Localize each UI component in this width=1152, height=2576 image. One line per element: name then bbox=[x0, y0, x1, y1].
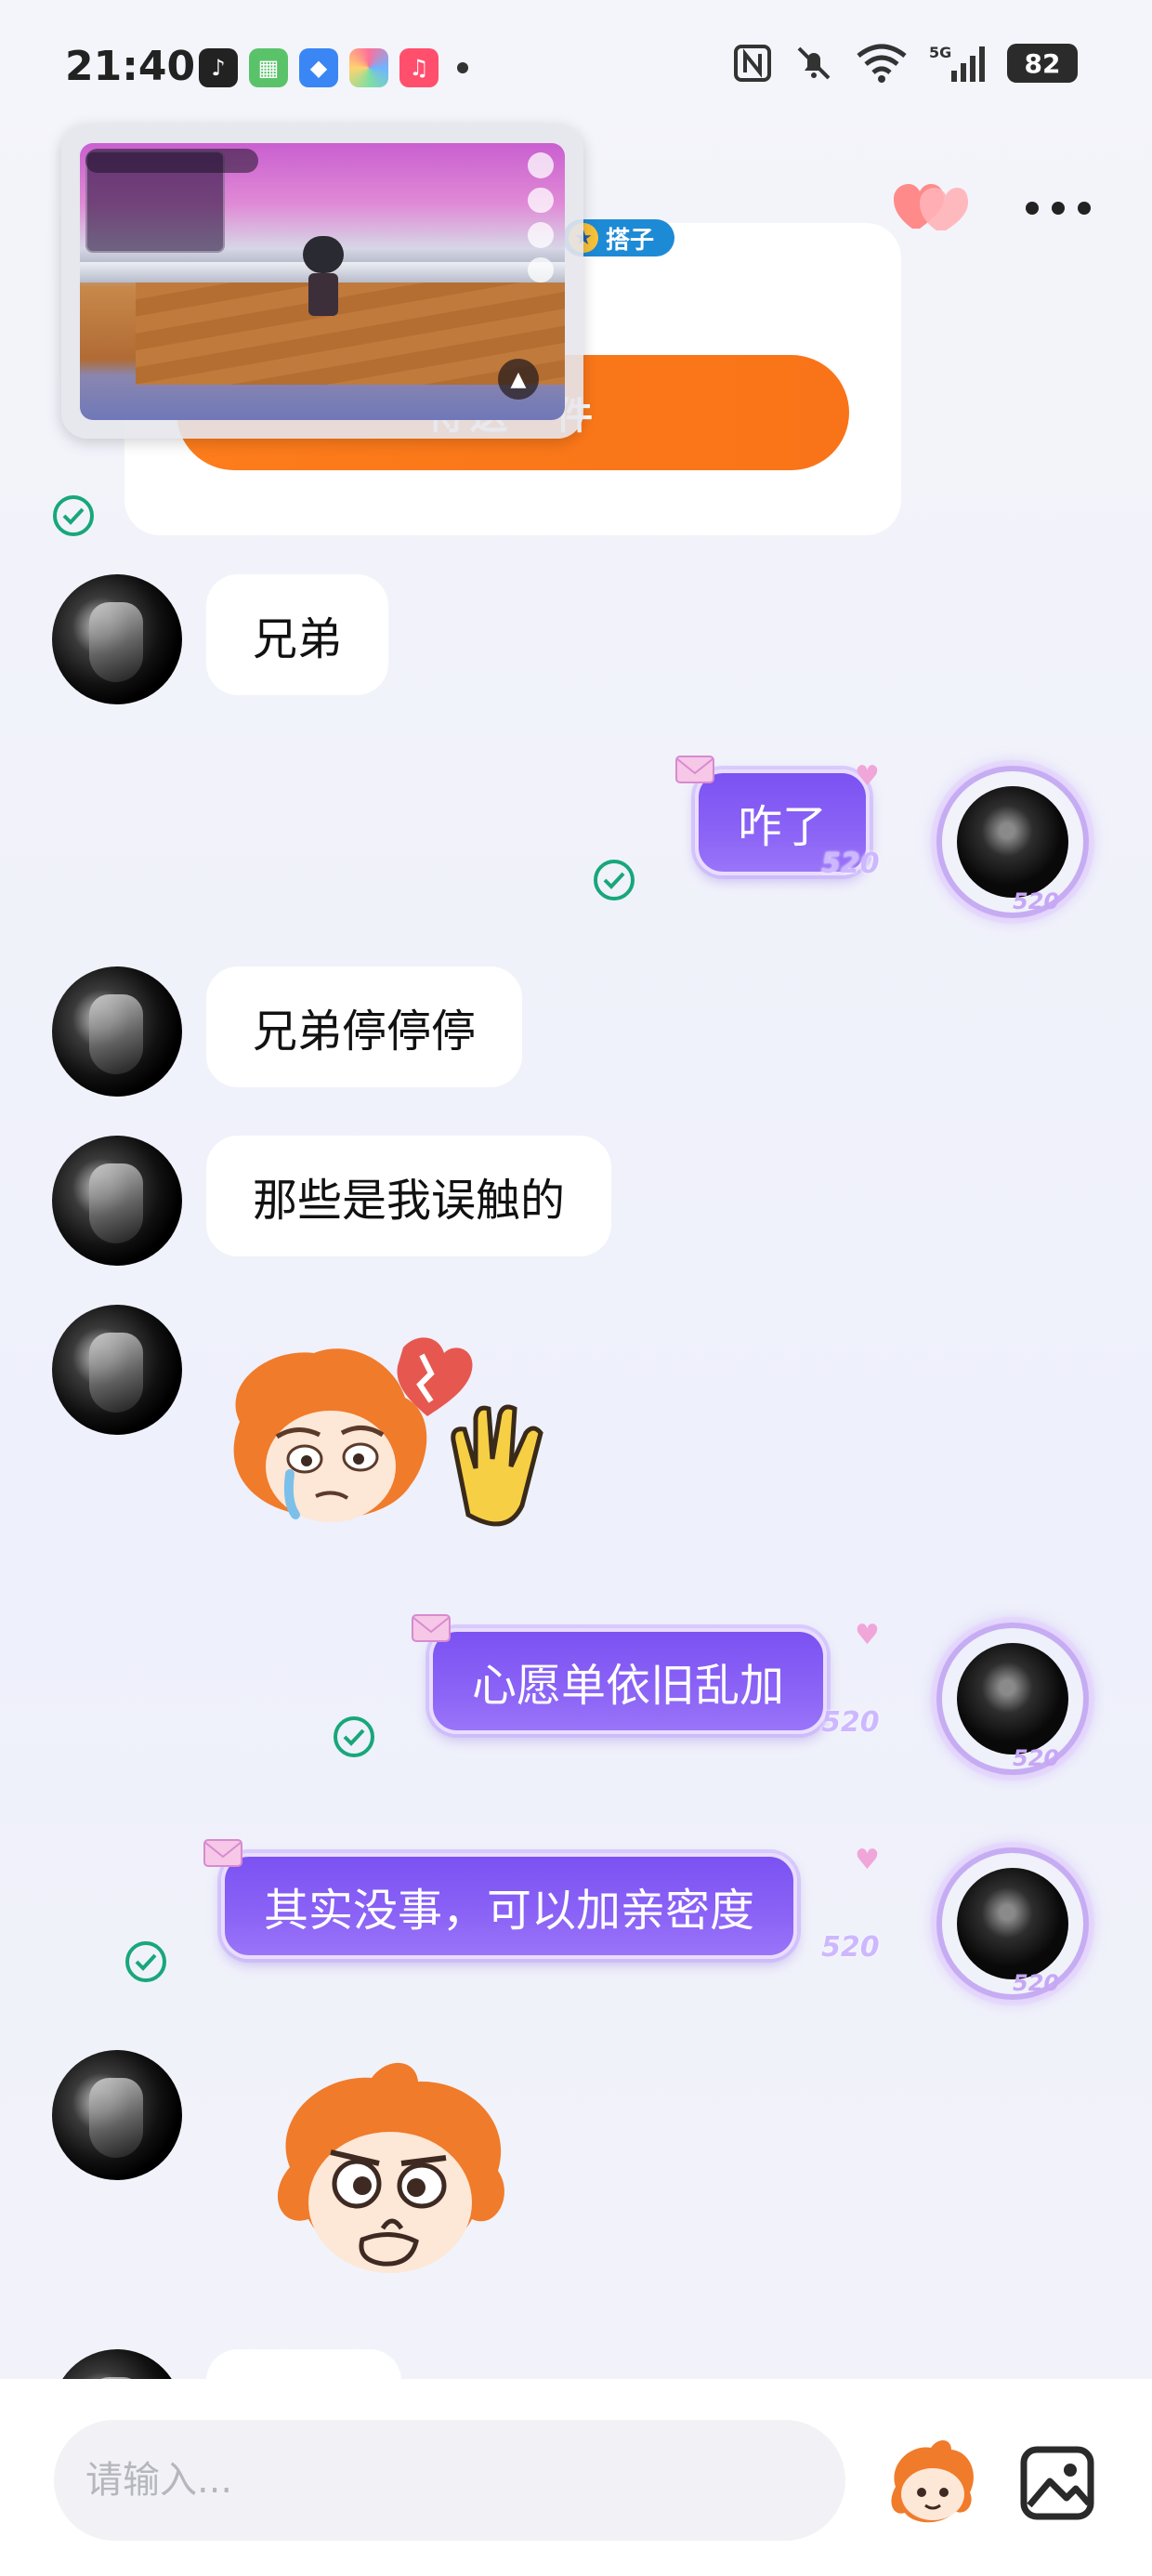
contact-avatar[interactable] bbox=[52, 1305, 182, 1435]
green-app-icon: ▦ bbox=[249, 48, 288, 87]
battery-icon: 82 bbox=[1007, 44, 1078, 83]
avatar-frame-badge: 520 bbox=[1013, 1745, 1060, 1771]
read-check-icon bbox=[125, 1941, 166, 1982]
heart-deco-icon: ♥ bbox=[855, 1619, 880, 1651]
floating-game-window[interactable]: ▲ bbox=[61, 125, 583, 439]
status-app-icons: ♪ ▦ ◆ ♫ bbox=[199, 48, 468, 87]
notification-dot-icon bbox=[457, 62, 468, 73]
contact-avatar[interactable] bbox=[52, 574, 182, 704]
read-check-icon bbox=[334, 1716, 374, 1757]
more-dot bbox=[1078, 202, 1091, 215]
my-avatar[interactable]: 520 bbox=[936, 1623, 1089, 1775]
my-avatar[interactable]: 520 bbox=[936, 1847, 1089, 2000]
chat-screen: 21:40 ♪ ▦ ◆ ♫ 5G 82 搭子 ▲ 兄弟 咋了 ♥ 520 520… bbox=[0, 0, 1152, 2576]
sticker-button[interactable] bbox=[883, 2437, 979, 2526]
read-check-icon bbox=[53, 495, 94, 536]
read-check-icon bbox=[594, 860, 635, 900]
game-hud-toolbar bbox=[85, 149, 258, 173]
message-input-box[interactable] bbox=[54, 2420, 845, 2541]
partner-tag-label: 搭子 bbox=[606, 226, 655, 255]
music-app-icon: ♫ bbox=[399, 48, 439, 87]
navigate-arrow-icon: ▲ bbox=[498, 359, 539, 400]
status-bar: 21:40 ♪ ▦ ◆ ♫ 5G 82 bbox=[0, 0, 1152, 139]
heart-deco-icon: ♥ bbox=[855, 1844, 880, 1876]
heart-icon[interactable] bbox=[892, 182, 970, 234]
crying-wave-sticker[interactable] bbox=[212, 1329, 565, 1543]
game-character bbox=[303, 236, 344, 316]
contact-avatar[interactable] bbox=[52, 2050, 182, 2180]
message-bubble[interactable]: 那些是我误触的 bbox=[206, 1136, 612, 1256]
multicolor-app-icon bbox=[349, 48, 388, 87]
game-side-icons bbox=[528, 152, 556, 283]
contact-avatar[interactable] bbox=[52, 966, 182, 1097]
svg-text:5G: 5G bbox=[929, 44, 951, 61]
my-avatar[interactable]: 520 bbox=[936, 766, 1089, 918]
status-indicators: 5G 82 bbox=[732, 43, 1078, 84]
more-dot bbox=[1026, 202, 1039, 215]
envelope-deco-icon bbox=[412, 1614, 451, 1642]
input-bar bbox=[0, 2379, 1152, 2576]
blue-app-icon: ◆ bbox=[299, 48, 338, 87]
message-input[interactable] bbox=[85, 2459, 810, 2502]
bubble-badge: 520 bbox=[821, 1706, 880, 1739]
message-bubble[interactable]: 兄弟停停停 bbox=[206, 966, 523, 1087]
tiktok-icon: ♪ bbox=[199, 48, 238, 87]
message-bubble-own[interactable]: 心愿单依旧乱加 bbox=[429, 1628, 828, 1734]
game-scene-image: ▲ bbox=[80, 143, 565, 420]
bubble-badge: 520 bbox=[821, 1931, 880, 1964]
message-bubble-own[interactable]: 其实没事，可以加亲密度 bbox=[221, 1853, 798, 1959]
envelope-deco-icon bbox=[203, 1839, 242, 1867]
bubble-badge: 520 bbox=[821, 848, 880, 880]
nfc-icon bbox=[734, 45, 771, 82]
5g-signal-icon: 5G bbox=[929, 44, 985, 82]
wifi-icon bbox=[857, 44, 907, 83]
message-bubble[interactable]: 兄弟 bbox=[206, 574, 389, 695]
envelope-deco-icon bbox=[675, 756, 714, 783]
avatar-frame-badge: 520 bbox=[1013, 888, 1060, 914]
more-button[interactable] bbox=[1026, 190, 1091, 227]
mute-icon bbox=[797, 46, 831, 80]
image-icon[interactable] bbox=[1018, 2444, 1096, 2522]
heart-deco-icon: ♥ bbox=[855, 760, 880, 793]
contact-avatar[interactable] bbox=[52, 1136, 182, 1266]
thinking-sticker[interactable] bbox=[253, 2056, 531, 2307]
status-time: 21:40 bbox=[65, 43, 196, 90]
avatar-frame-badge: 520 bbox=[1013, 1970, 1060, 1996]
more-dot bbox=[1052, 202, 1065, 215]
